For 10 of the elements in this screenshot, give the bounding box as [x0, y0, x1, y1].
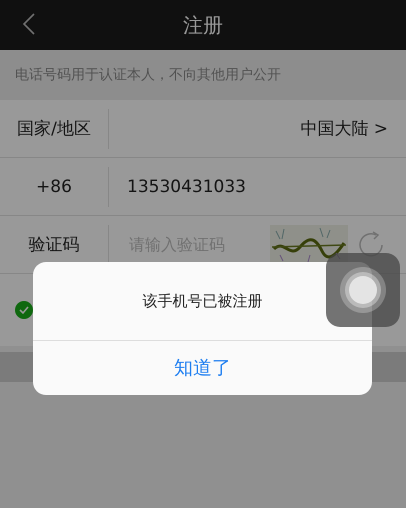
ok-button[interactable]: 知道了	[33, 341, 372, 395]
country-code[interactable]: +86	[0, 166, 109, 206]
floating-touch-button[interactable]	[326, 253, 400, 327]
page-title: 注册	[183, 12, 223, 38]
phone-field[interactable]: 13530431033	[109, 176, 406, 196]
captcha-image[interactable]	[270, 224, 348, 264]
country-value[interactable]: 中国大陆 >	[109, 117, 406, 140]
country-label: 国家/地区	[0, 108, 109, 148]
back-icon[interactable]	[22, 13, 36, 35]
checkbox[interactable]	[15, 301, 33, 319]
